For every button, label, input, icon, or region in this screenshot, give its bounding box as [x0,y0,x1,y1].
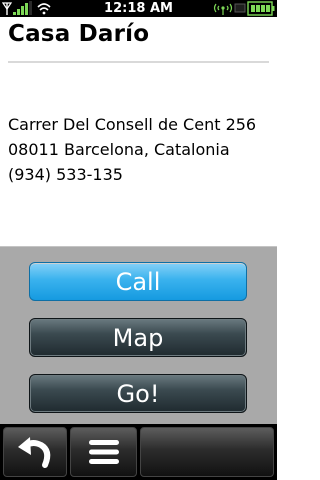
street-address: Carrer Del Consell de Cent 256 [8,115,257,134]
call-button[interactable]: Call [29,262,247,301]
page-title: Casa Darío [8,21,150,47]
mail-icon [234,3,246,13]
empty-nav-slot [140,427,274,477]
battery-icon [247,1,275,16]
map-button[interactable]: Map [29,318,247,357]
back-button[interactable] [3,427,67,477]
go-button[interactable]: Go! [29,374,247,413]
place-details: Carrer Del Consell de Cent 256 08011 Bar… [8,112,256,187]
phone-number: (934) 533-135 [8,165,123,184]
status-right-icons [213,1,275,16]
radio-tower-icon [213,3,233,15]
header-divider [8,61,269,63]
city-address: 08011 Barcelona, Catalonia [8,140,230,159]
menu-button[interactable] [70,427,137,477]
action-panel: Call Map Go! [0,246,277,425]
status-bar: 12:18 AM [0,0,277,17]
bottom-nav-bar [0,424,277,480]
back-arrow-icon [18,437,51,468]
menu-icon [88,440,119,464]
page-header: Casa Darío [0,17,277,65]
